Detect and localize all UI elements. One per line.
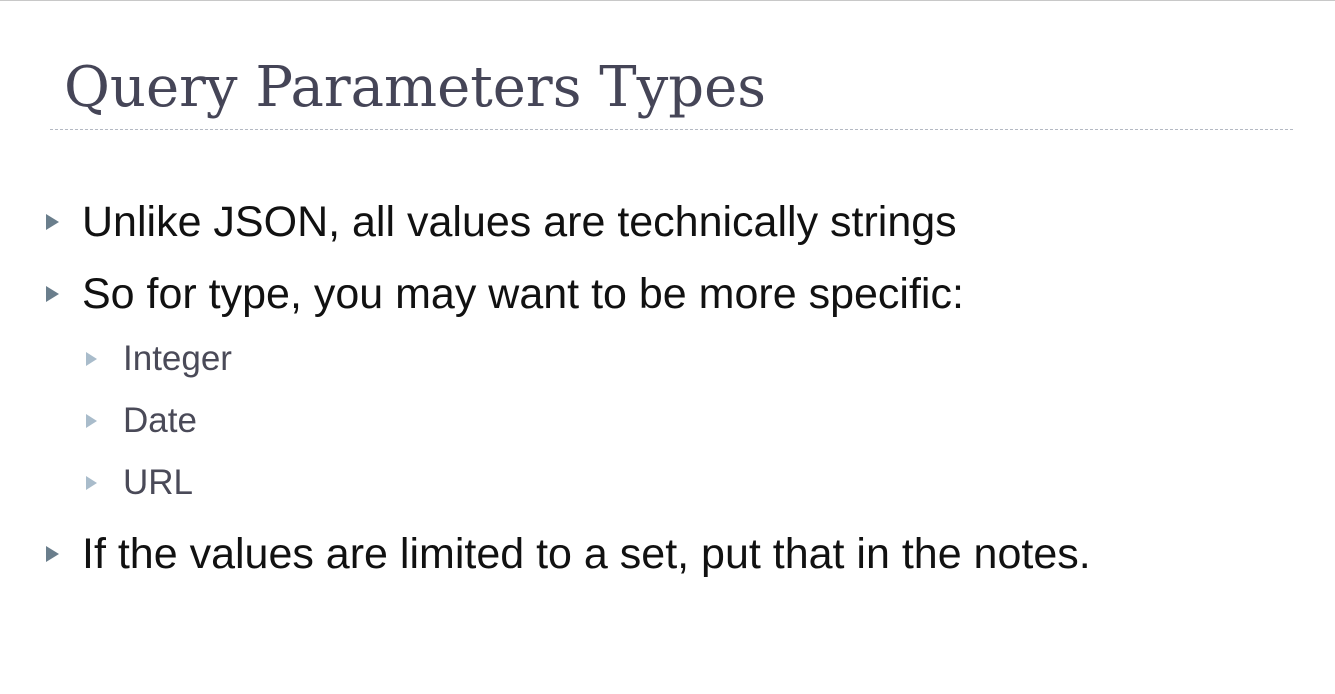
bullet-text: If the values are limited to a set, put … xyxy=(82,530,1091,578)
triangle-bullet-icon xyxy=(86,352,97,366)
sub-bullet-text: URL xyxy=(123,463,194,502)
sub-bullet-text: Integer xyxy=(123,339,232,378)
triangle-bullet-icon xyxy=(46,286,59,302)
slide-title: Query Parameters Types xyxy=(64,55,766,120)
triangle-bullet-icon xyxy=(86,476,97,490)
bullet-text: So for type, you may want to be more spe… xyxy=(82,270,964,318)
triangle-bullet-icon xyxy=(46,546,59,562)
bullet-text: Unlike JSON, all values are technically … xyxy=(82,198,957,246)
triangle-bullet-icon xyxy=(86,414,97,428)
title-divider xyxy=(50,129,1293,130)
slide: Query Parameters Types Unlike JSON, all … xyxy=(0,0,1335,694)
sub-bullet-text: Date xyxy=(123,401,197,440)
triangle-bullet-icon xyxy=(46,214,59,230)
slide-top-border xyxy=(0,0,1335,1)
